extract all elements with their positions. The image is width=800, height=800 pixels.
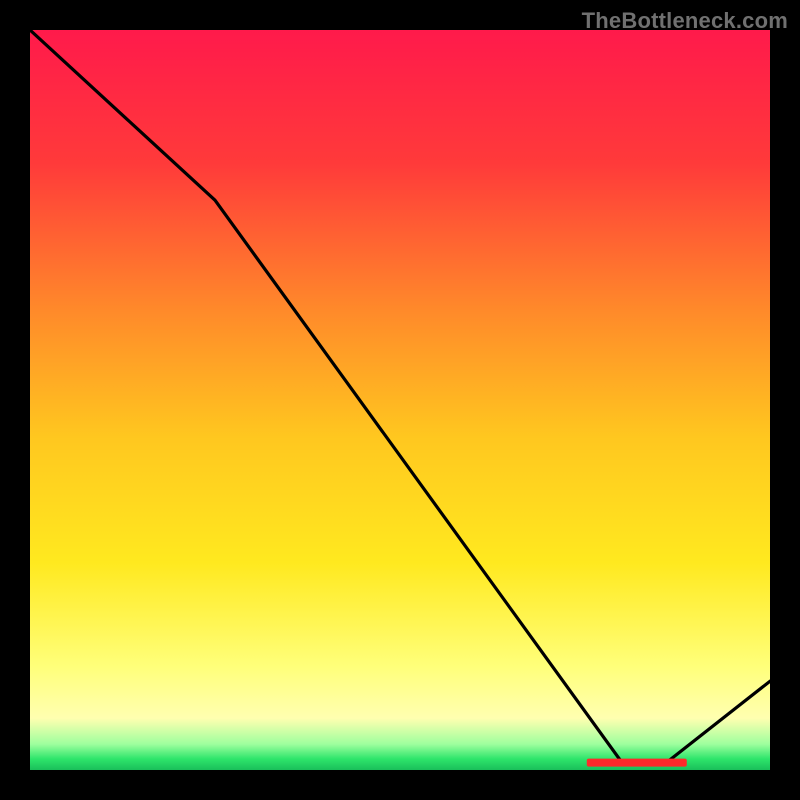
bottleneck-curve — [30, 30, 770, 763]
data-line-layer — [30, 30, 770, 770]
annotation-marker — [587, 759, 687, 767]
chart-frame: TheBottleneck.com — [0, 0, 800, 800]
plot-area — [30, 30, 770, 770]
